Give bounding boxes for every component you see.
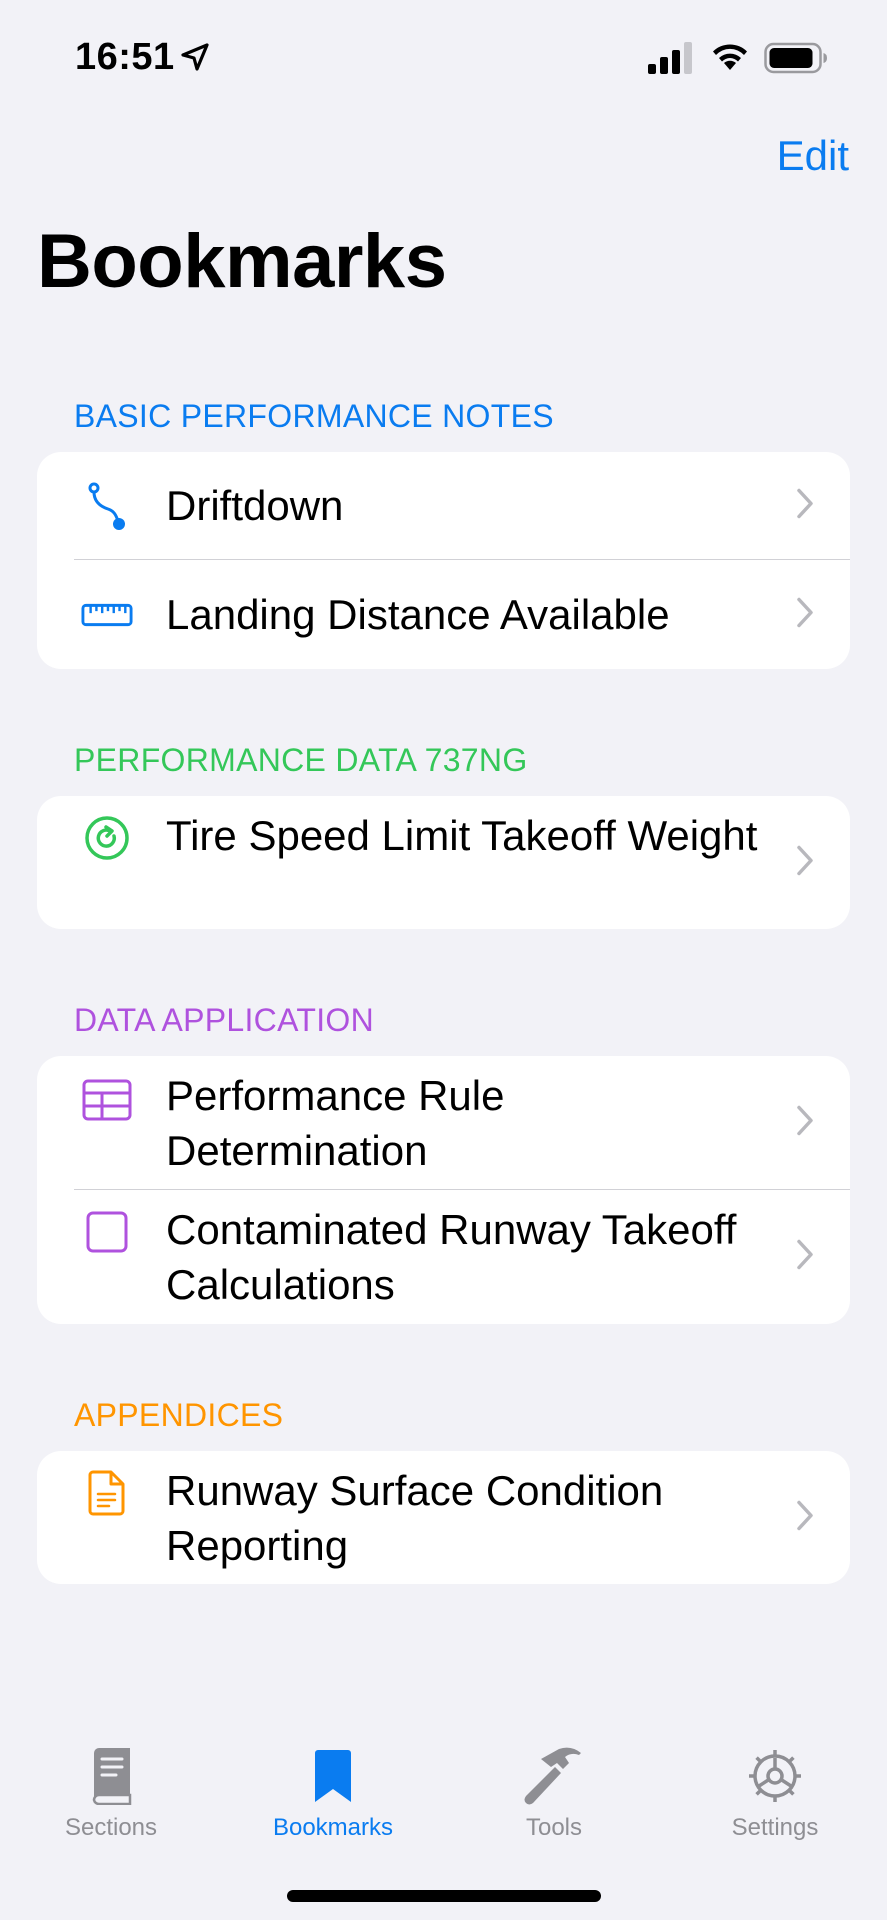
bookmark-row-tire-speed-limit-takeoff-weight[interactable]: Tire Speed Limit Takeoff Weight	[37, 796, 850, 929]
bookmark-row-driftdown[interactable]: Driftdown	[37, 452, 850, 560]
document-icon	[81, 1467, 133, 1519]
row-label: Tire Speed Limit Takeoff Weight	[166, 812, 758, 859]
location-arrow-icon	[180, 42, 210, 77]
bookmark-row-performance-rule-determination[interactable]: Performance Rule Determination	[37, 1056, 850, 1190]
table-icon	[81, 1074, 133, 1126]
chevron-right-icon	[796, 844, 814, 881]
bookmark-row-contaminated-runway-takeoff-calculations[interactable]: Contaminated Runway Takeoff Calculations	[37, 1190, 850, 1324]
gear-icon	[700, 1740, 850, 1812]
row-label: Runway Surface Condition Reporting	[166, 1467, 664, 1569]
route-icon	[81, 480, 133, 532]
bookmark-row-runway-surface-condition-reporting[interactable]: Runway Surface Condition Reporting	[37, 1451, 850, 1584]
circular-arrow-icon	[81, 812, 133, 864]
section-card-data-application: Performance Rule Determination Contamina…	[37, 1056, 850, 1324]
section-header-data-application: DATA APPLICATION	[74, 1002, 374, 1038]
tab-label: Settings	[731, 1814, 819, 1841]
chevron-right-icon	[796, 488, 814, 525]
tab-sections[interactable]: Sections	[36, 1740, 186, 1842]
row-label: Landing Distance Available	[166, 591, 670, 638]
tab-label: Sections	[64, 1814, 158, 1841]
bookmark-icon	[258, 1740, 408, 1812]
row-label: Driftdown	[166, 482, 344, 529]
tab-label: Tools	[525, 1814, 583, 1841]
chevron-right-icon	[796, 1105, 814, 1142]
cellular-signal-icon	[648, 42, 694, 79]
book-icon	[36, 1740, 186, 1812]
section-card-basic-performance-notes: Driftdown Landing Distance Available	[37, 452, 850, 669]
status-bar: 16:51	[0, 0, 887, 110]
tab-bookmarks[interactable]: Bookmarks	[258, 1740, 408, 1842]
bookmark-row-landing-distance-available[interactable]: Landing Distance Available	[37, 560, 850, 669]
chevron-right-icon	[796, 1239, 814, 1276]
row-label: Performance Rule Determination	[166, 1072, 505, 1174]
square-icon	[81, 1206, 133, 1258]
page-title: Bookmarks	[37, 219, 447, 304]
wifi-icon	[710, 40, 750, 77]
chevron-right-icon	[796, 1499, 814, 1536]
section-header-performance-data-737ng: PERFORMANCE DATA 737NG	[74, 742, 528, 778]
edit-button[interactable]: Edit	[777, 132, 849, 180]
section-card-performance-data-737ng: Tire Speed Limit Takeoff Weight	[37, 796, 850, 929]
section-header-basic-performance-notes: BASIC PERFORMANCE NOTES	[74, 398, 554, 434]
tab-settings[interactable]: Settings	[700, 1740, 850, 1842]
tab-tools[interactable]: Tools	[479, 1740, 629, 1842]
status-time: 16:51	[75, 36, 175, 78]
chevron-right-icon	[796, 596, 814, 633]
battery-icon	[764, 42, 828, 79]
section-card-appendices: Runway Surface Condition Reporting	[37, 1451, 850, 1584]
home-indicator	[287, 1890, 601, 1902]
section-header-appendices: APPENDICES	[74, 1397, 284, 1433]
hammer-icon	[479, 1740, 629, 1812]
tab-label: Bookmarks	[272, 1814, 394, 1841]
row-label: Contaminated Runway Takeoff Calculations	[166, 1206, 737, 1308]
ruler-icon	[81, 589, 133, 641]
